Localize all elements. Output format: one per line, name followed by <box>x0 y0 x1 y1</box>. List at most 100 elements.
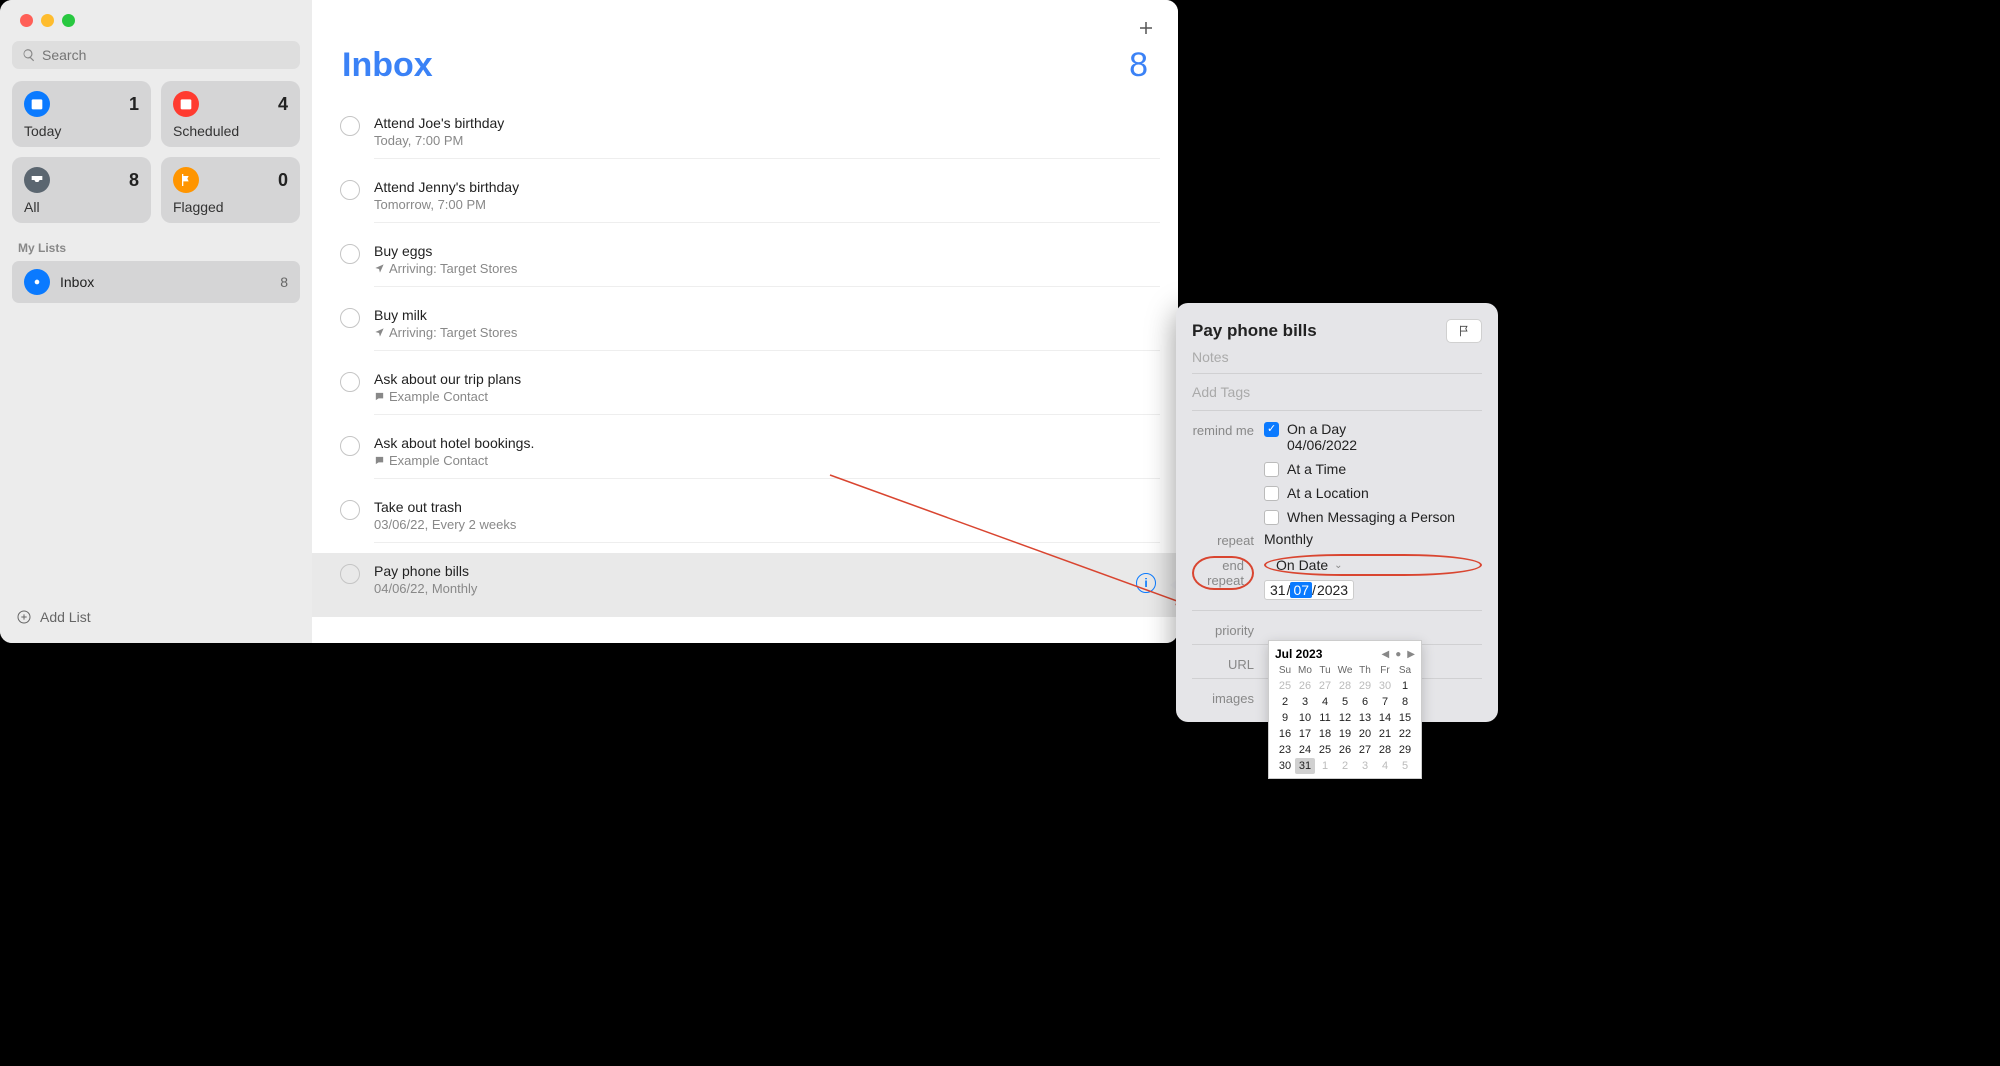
end-repeat-selector[interactable]: On Date ⌄ <box>1264 554 1482 576</box>
tags-field[interactable]: Add Tags <box>1192 384 1482 400</box>
calendar-day[interactable]: 19 <box>1335 726 1355 742</box>
calendar-day[interactable]: 5 <box>1335 694 1355 710</box>
calendar-day[interactable]: 18 <box>1315 726 1335 742</box>
calendar-day[interactable]: 25 <box>1275 678 1295 694</box>
info-button[interactable]: i <box>1136 573 1156 593</box>
smart-count: 0 <box>278 170 288 191</box>
calendar-day[interactable]: 25 <box>1315 742 1335 758</box>
search-box[interactable] <box>12 41 300 69</box>
notes-field[interactable]: Notes <box>1192 349 1482 365</box>
reminder-row[interactable]: Ask about our trip plansExample Contact <box>312 361 1178 425</box>
calendar-day[interactable]: 20 <box>1355 726 1375 742</box>
reminder-row[interactable]: Ask about hotel bookings.Example Contact <box>312 425 1178 489</box>
end-repeat-field[interactable]: end repeat On Date ⌄ 31/07/2023 <box>1192 554 1482 600</box>
complete-checkbox[interactable] <box>340 116 360 136</box>
calendar-day[interactable]: 8 <box>1395 694 1415 710</box>
calendar-day[interactable]: 3 <box>1295 694 1315 710</box>
complete-checkbox[interactable] <box>340 372 360 392</box>
calendar-day[interactable]: 2 <box>1275 694 1295 710</box>
option-at-a-location[interactable]: At a Location <box>1264 485 1482 501</box>
option-when-messaging[interactable]: When Messaging a Person <box>1264 509 1482 525</box>
smart-list-flagged[interactable]: 0 Flagged <box>161 157 300 223</box>
complete-checkbox[interactable] <box>340 436 360 456</box>
calendar-day[interactable]: 22 <box>1395 726 1415 742</box>
reminder-row[interactable]: Attend Joe's birthdayToday, 7:00 PM <box>312 105 1178 169</box>
date-year[interactable]: 2023 <box>1316 582 1349 598</box>
at-a-location-checkbox[interactable] <box>1264 486 1279 501</box>
at-a-time-checkbox[interactable] <box>1264 462 1279 477</box>
calendar-day[interactable]: 10 <box>1295 710 1315 726</box>
calendar-next-button[interactable]: ▶ <box>1407 649 1415 660</box>
calendar-day[interactable]: 16 <box>1275 726 1295 742</box>
end-repeat-date-input[interactable]: 31/07/2023 <box>1264 580 1354 600</box>
priority-field[interactable]: priority <box>1192 621 1482 638</box>
complete-checkbox[interactable] <box>340 244 360 264</box>
calendar-day[interactable]: 7 <box>1375 694 1395 710</box>
on-a-day-date[interactable]: 04/06/2022 <box>1287 437 1357 453</box>
complete-checkbox[interactable] <box>340 500 360 520</box>
calendar-day[interactable]: 9 <box>1275 710 1295 726</box>
calendar-day[interactable]: 1 <box>1315 758 1335 774</box>
calendar-day[interactable]: 17 <box>1295 726 1315 742</box>
calendar-day[interactable]: 26 <box>1335 742 1355 758</box>
calendar-day[interactable]: 29 <box>1395 742 1415 758</box>
complete-checkbox[interactable] <box>340 308 360 328</box>
option-at-a-time[interactable]: At a Time <box>1264 461 1482 477</box>
calendar-day[interactable]: 28 <box>1375 742 1395 758</box>
calendar-day[interactable]: 29 <box>1355 678 1375 694</box>
add-list-button[interactable]: Add List <box>12 603 300 631</box>
calendar-day[interactable]: 6 <box>1355 694 1375 710</box>
on-a-day-checkbox[interactable] <box>1264 422 1279 437</box>
list-item-inbox[interactable]: Inbox 8 <box>12 261 300 303</box>
close-window-button[interactable] <box>20 14 33 27</box>
date-picker-calendar[interactable]: Jul 2023 ◀ ● ▶ SuMoTuWeThFrSa25262728293… <box>1268 640 1422 779</box>
inspector-title[interactable]: Pay phone bills <box>1192 321 1446 341</box>
calendar-today-button[interactable]: ● <box>1395 649 1401 660</box>
when-messaging-checkbox[interactable] <box>1264 510 1279 525</box>
minimize-window-button[interactable] <box>41 14 54 27</box>
smart-list-all[interactable]: 8 All <box>12 157 151 223</box>
calendar-prev-button[interactable]: ◀ <box>1382 649 1390 660</box>
reminder-row[interactable]: Buy milkArriving: Target Stores <box>312 297 1178 361</box>
calendar-day[interactable]: 28 <box>1335 678 1355 694</box>
calendar-day[interactable]: 30 <box>1375 678 1395 694</box>
reminder-row[interactable]: Buy eggsArriving: Target Stores <box>312 233 1178 297</box>
complete-checkbox[interactable] <box>340 180 360 200</box>
calendar-day[interactable]: 12 <box>1335 710 1355 726</box>
calendar-day[interactable]: 3 <box>1355 758 1375 774</box>
calendar-day[interactable]: 30 <box>1275 758 1295 774</box>
date-month[interactable]: 07 <box>1290 582 1312 598</box>
calendar-day[interactable]: 4 <box>1315 694 1335 710</box>
flag-button[interactable] <box>1446 319 1482 343</box>
calendar-day[interactable]: 13 <box>1355 710 1375 726</box>
reminder-row[interactable]: Pay phone bills04/06/22, Monthlyi <box>312 553 1178 617</box>
search-input[interactable] <box>42 47 290 63</box>
smart-list-scheduled[interactable]: 4 Scheduled <box>161 81 300 147</box>
option-on-a-day[interactable]: On a Day 04/06/2022 <box>1264 421 1482 453</box>
date-day[interactable]: 31 <box>1269 582 1287 598</box>
calendar-day[interactable]: 21 <box>1375 726 1395 742</box>
calendar-day[interactable]: 27 <box>1355 742 1375 758</box>
calendar-day[interactable]: 27 <box>1315 678 1335 694</box>
calendar-day[interactable]: 2 <box>1335 758 1355 774</box>
repeat-value[interactable]: Monthly <box>1264 531 1482 547</box>
calendar-day[interactable]: 26 <box>1295 678 1315 694</box>
calendar-day[interactable]: 23 <box>1275 742 1295 758</box>
repeat-field[interactable]: repeat Monthly <box>1192 531 1482 548</box>
calendar-day[interactable]: 11 <box>1315 710 1335 726</box>
calendar-day[interactable]: 5 <box>1395 758 1415 774</box>
reminder-title: Pay phone bills <box>374 563 1136 579</box>
calendar-day[interactable]: 24 <box>1295 742 1315 758</box>
fullscreen-window-button[interactable] <box>62 14 75 27</box>
calendar-day[interactable]: 15 <box>1395 710 1415 726</box>
new-reminder-button[interactable] <box>1132 14 1160 42</box>
calendar-day[interactable]: 4 <box>1375 758 1395 774</box>
reminder-row[interactable]: Take out trash03/06/22, Every 2 weeks <box>312 489 1178 553</box>
complete-checkbox[interactable] <box>340 564 360 584</box>
calendar-day[interactable]: 14 <box>1375 710 1395 726</box>
reminder-row[interactable]: Attend Jenny's birthdayTomorrow, 7:00 PM <box>312 169 1178 233</box>
smart-list-today[interactable]: 1 Today <box>12 81 151 147</box>
calendar-day[interactable]: 1 <box>1395 678 1415 694</box>
chevron-updown-icon: ⌄ <box>1334 560 1342 571</box>
calendar-day[interactable]: 31 <box>1295 758 1315 774</box>
